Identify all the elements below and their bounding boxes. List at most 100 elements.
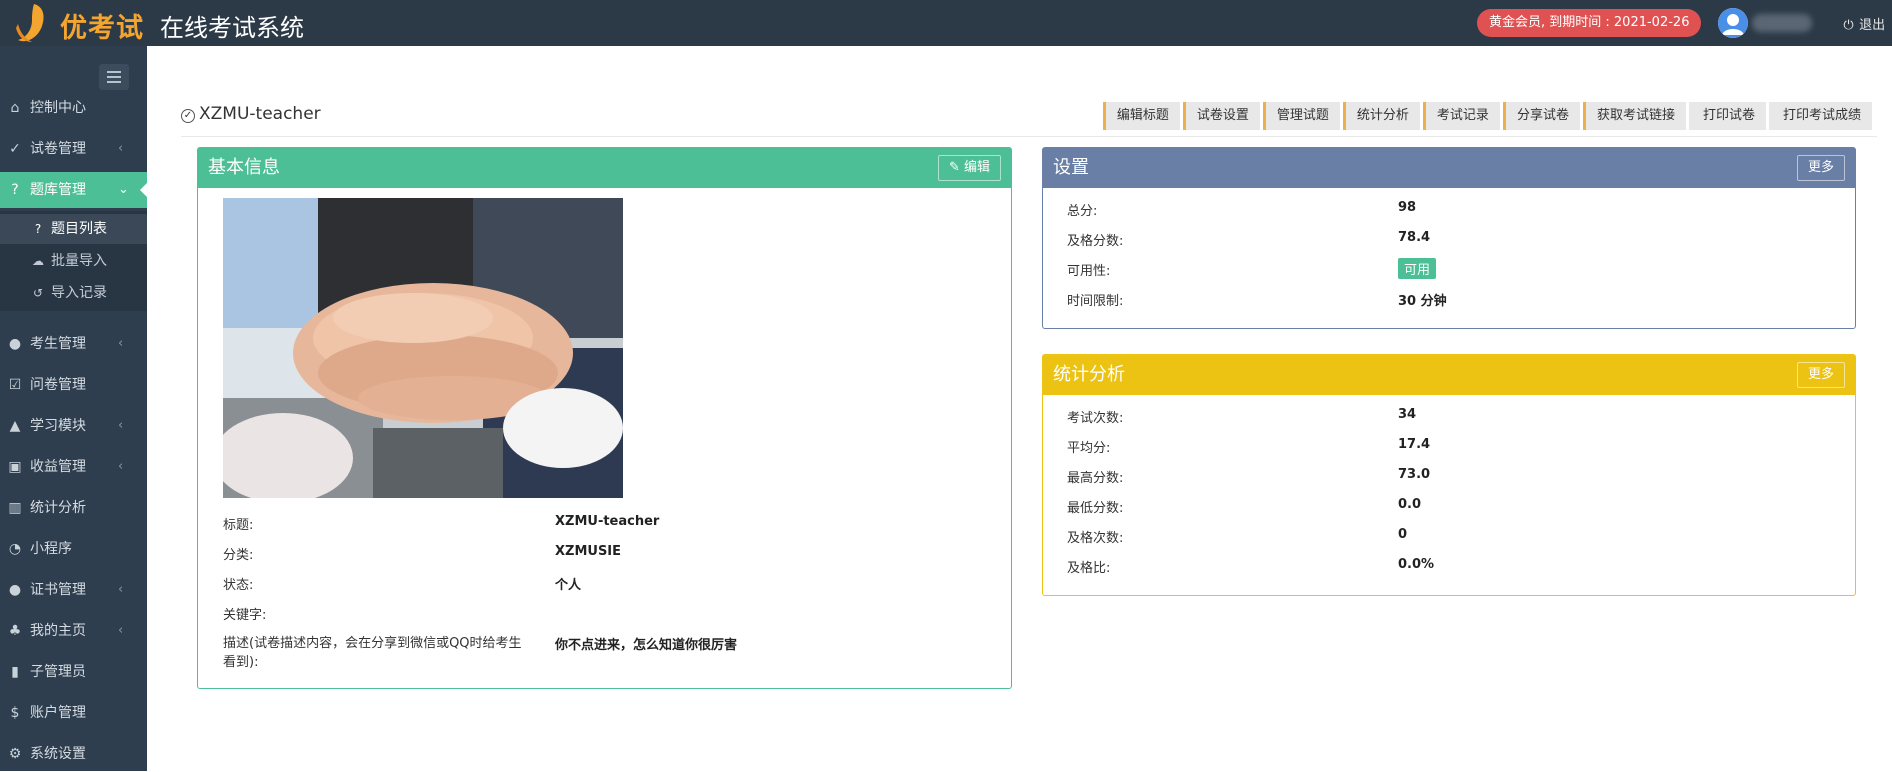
top-bar: 优考试 在线考试系统 黄金会员, 到期时间 : 2021-02-26 ⏻ 退出 — [0, 0, 1892, 46]
sidebar-item-revenue[interactable]: ▣ 收益管理 ‹ — [0, 449, 147, 485]
sidebar-item-label: 系统设置 — [30, 746, 86, 762]
graduation-cap-icon: ▲ — [9, 418, 21, 434]
home-icon: ⌂ — [10, 100, 20, 116]
sidebar-item-papers[interactable]: ✓ 试卷管理 ‹ — [0, 131, 147, 167]
sidebar-item-statistics[interactable]: ▥ 统计分析 — [0, 490, 147, 526]
sidebar-item-label: 小程序 — [30, 541, 72, 557]
sidebar-item-label: 考生管理 — [30, 336, 86, 352]
label-category: 分类: — [223, 548, 254, 563]
sidebar-item-label: 账户管理 — [30, 705, 86, 721]
user-icon: ● — [8, 336, 22, 352]
user-avatar-icon — [1718, 8, 1748, 38]
chevron-left-icon: ‹ — [118, 623, 124, 638]
question-circle-icon: ? — [34, 222, 42, 236]
label-average-score: 平均分: — [1067, 441, 1111, 456]
settings-heading: 设置 — [1053, 157, 1089, 178]
sidebar-item-account[interactable]: $ 账户管理 — [0, 695, 147, 731]
label-keywords: 关键字: — [223, 608, 267, 623]
submenu-item-label: 导入记录 — [51, 285, 107, 301]
value-status: 个人 — [555, 578, 582, 593]
label-time-limit: 时间限制: — [1067, 294, 1124, 309]
history-icon: ↺ — [32, 286, 44, 300]
submenu-item-batch-import[interactable]: ☁ 批量导入 — [0, 246, 147, 276]
toolbar: 编辑标题 试卷设置 管理试题 统计分析 考试记录 分享试卷 获取考试链接 打印试… — [1102, 102, 1872, 130]
label-pass-count: 及格次数: — [1067, 531, 1124, 546]
label-title: 标题: — [223, 518, 254, 533]
value-category: XZMUSIE — [555, 544, 622, 559]
submenu-item-question-list[interactable]: ? 题目列表 — [0, 214, 147, 244]
print-scores-button[interactable]: 打印考试成绩 — [1768, 102, 1872, 130]
logo-text: 优考试 — [60, 13, 144, 44]
exam-records-button[interactable]: 考试记录 — [1422, 102, 1500, 130]
question-circle-icon: ? — [11, 182, 19, 198]
wechat-icon: ◔ — [8, 541, 22, 557]
power-icon: ⏻ — [1843, 18, 1854, 33]
sidebar-item-label: 我的主页 — [30, 623, 86, 639]
value-time-limit: 30 分钟 — [1398, 294, 1447, 309]
label-highest-score: 最高分数: — [1067, 471, 1124, 486]
system-title: 在线考试系统 — [160, 14, 304, 42]
sidebar-item-label: 证书管理 — [30, 582, 86, 598]
share-paper-button[interactable]: 分享试卷 — [1502, 102, 1580, 130]
sidebar-item-label: 问卷管理 — [30, 377, 86, 393]
sidebar: ⌂ 控制中心 ✓ 试卷管理 ‹ ? 题库管理 ⌄ ? 题目列表 ☁ 批量导入 ↺… — [0, 46, 148, 772]
sidebar-item-settings[interactable]: ⚙ 系统设置 — [0, 736, 147, 772]
manage-questions-button[interactable]: 管理试题 — [1262, 102, 1340, 130]
chevron-left-icon: ‹ — [118, 459, 124, 474]
label-exam-count: 考试次数: — [1067, 411, 1124, 426]
divider — [181, 136, 1877, 137]
chevron-left-icon: ‹ — [118, 582, 124, 597]
sidebar-item-label: 学习模块 — [30, 418, 86, 434]
sidebar-item-label: 控制中心 — [30, 100, 86, 116]
chevron-left-icon: ‹ — [118, 336, 124, 351]
sidebar-item-examinees[interactable]: ● 考生管理 ‹ — [0, 326, 147, 362]
sidebar-item-question-bank[interactable]: ? 题库管理 ⌄ — [0, 172, 148, 208]
vip-badge[interactable]: 黄金会员, 到期时间 : 2021-02-26 — [1477, 9, 1702, 37]
sidebar-item-dashboard[interactable]: ⌂ 控制中心 — [0, 90, 147, 126]
logout-label: 退出 — [1859, 18, 1886, 33]
get-exam-link-button[interactable]: 获取考试链接 — [1582, 102, 1686, 130]
sidebar-item-learning[interactable]: ▲ 学习模块 ‹ — [0, 408, 147, 444]
sidebar-item-mini-program[interactable]: ◔ 小程序 — [0, 531, 147, 567]
cloud-upload-icon: ☁ — [32, 254, 44, 268]
statistics-header: 统计分析 更多 — [1043, 355, 1855, 395]
sidebar-item-surveys[interactable]: ☑ 问卷管理 — [0, 367, 147, 403]
value-pass-score: 78.4 — [1398, 230, 1431, 245]
check-circle-icon: ✓ — [181, 109, 195, 123]
settings-panel: 设置 更多 总分: 98 及格分数: 78.4 可用性: 可用 时间限制: 30… — [1042, 147, 1856, 329]
edit-button[interactable]: ✎ 编辑 — [937, 155, 1001, 181]
basic-info-header: 基本信息 ✎ 编辑 — [198, 148, 1011, 188]
edit-title-button[interactable]: 编辑标题 — [1102, 102, 1180, 130]
value-highest-score: 73.0 — [1398, 467, 1431, 482]
submenu-question-bank: ? 题目列表 ☁ 批量导入 ↺ 导入记录 — [0, 211, 147, 311]
avatar[interactable] — [1718, 8, 1748, 38]
page-title-text: XZMU-teacher — [199, 104, 321, 124]
statistics-more-button[interactable]: 更多 — [1796, 362, 1845, 388]
sidebar-item-label: 题库管理 — [30, 182, 86, 198]
statistics-button[interactable]: 统计分析 — [1342, 102, 1420, 130]
lock-icon: ▮ — [11, 664, 19, 680]
logout-button[interactable]: ⏻ 退出 — [1842, 14, 1885, 33]
value-exam-count: 34 — [1398, 407, 1417, 422]
dollar-icon: $ — [10, 705, 20, 721]
bar-chart-icon: ▥ — [8, 500, 22, 516]
certificate-icon: ● — [8, 582, 22, 598]
sidebar-item-homepage[interactable]: ♣ 我的主页 ‹ — [0, 613, 147, 649]
page-title: ✓ XZMU-teacher — [181, 104, 321, 124]
label-lowest-score: 最低分数: — [1067, 501, 1124, 516]
label-availability: 可用性: — [1067, 264, 1111, 279]
label-pass-rate: 及格比: — [1067, 561, 1111, 576]
sidebar-item-sub-admins[interactable]: ▮ 子管理员 — [0, 654, 147, 690]
statistics-panel: 统计分析 更多 考试次数: 34 平均分: 17.4 最高分数: 73.0 最低… — [1042, 354, 1856, 596]
submenu-item-import-history[interactable]: ↺ 导入记录 — [0, 278, 147, 308]
settings-more-button[interactable]: 更多 — [1796, 155, 1845, 181]
menu-toggle-icon[interactable] — [99, 64, 129, 90]
value-availability: 可用 — [1398, 258, 1437, 279]
username-redacted[interactable] — [1752, 14, 1812, 32]
label-total-score: 总分: — [1067, 204, 1098, 219]
print-paper-button[interactable]: 打印试卷 — [1688, 102, 1766, 130]
submenu-item-label: 题目列表 — [51, 221, 107, 237]
sidebar-item-certificates[interactable]: ● 证书管理 ‹ — [0, 572, 147, 608]
paper-settings-button[interactable]: 试卷设置 — [1182, 102, 1260, 130]
availability-badge: 可用 — [1398, 258, 1437, 279]
